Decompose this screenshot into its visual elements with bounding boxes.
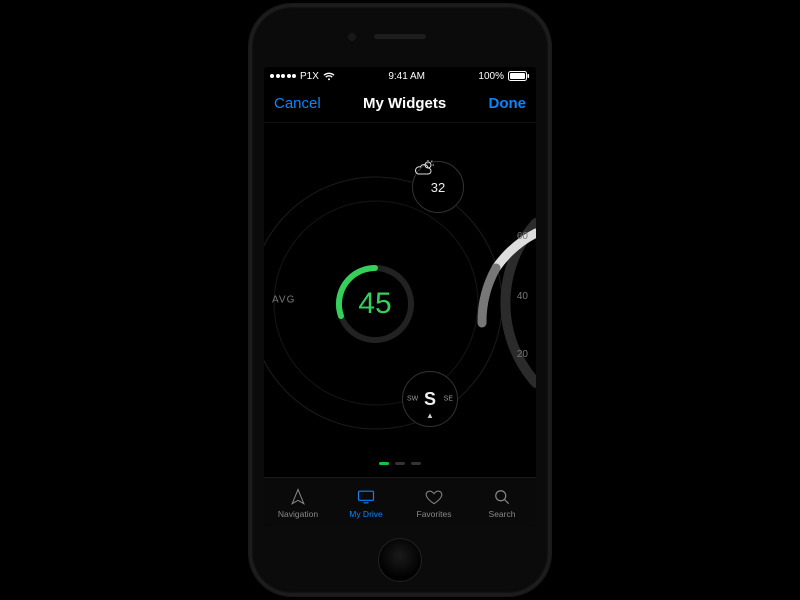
tab-label: Search	[489, 509, 516, 519]
tab-bar: Navigation My Drive Favorites Search	[264, 477, 536, 527]
compass-arrow-icon: ▲	[426, 411, 434, 420]
status-bar: P1X 9:41 AM 100%	[264, 67, 536, 85]
done-button[interactable]: Done	[489, 95, 527, 112]
tab-search[interactable]: Search	[468, 478, 536, 527]
search-icon	[492, 487, 512, 507]
page-dot-2[interactable]	[395, 462, 405, 465]
page-dot-1[interactable]	[379, 462, 389, 465]
earpiece	[374, 34, 426, 39]
wifi-icon	[323, 72, 335, 81]
heart-icon	[424, 487, 444, 507]
tab-navigation[interactable]: Navigation	[264, 478, 332, 527]
home-button[interactable]	[378, 538, 422, 582]
navigation-icon	[288, 487, 308, 507]
front-camera	[348, 33, 356, 41]
page-dot-3[interactable]	[411, 462, 421, 465]
speed-widget[interactable]: 45	[332, 261, 418, 347]
tab-my-drive[interactable]: My Drive	[332, 478, 400, 527]
status-time: 9:41 AM	[388, 71, 425, 82]
tab-label: Navigation	[278, 509, 318, 519]
display-icon	[356, 487, 376, 507]
weather-temp: 32	[431, 180, 445, 195]
partly-cloudy-icon	[413, 160, 435, 176]
cancel-button[interactable]: Cancel	[274, 95, 321, 112]
compass-sw-label: SW	[407, 396, 418, 403]
compass-cardinal: S	[424, 389, 436, 410]
nav-bar: Cancel My Widgets Done	[264, 85, 536, 123]
compass-se-label: SE	[444, 396, 453, 403]
screen: P1X 9:41 AM 100% Cancel My Widgets Done	[264, 67, 536, 527]
battery-pct: 100%	[478, 71, 504, 82]
page-indicator[interactable]	[379, 462, 421, 465]
tab-favorites[interactable]: Favorites	[400, 478, 468, 527]
page-title: My Widgets	[363, 95, 446, 112]
avg-label: AVG	[272, 295, 295, 306]
tab-label: My Drive	[349, 509, 383, 519]
battery-icon	[508, 71, 530, 81]
tab-label: Favorites	[417, 509, 452, 519]
gauge-tick-60: 60	[517, 231, 528, 242]
widgets-canvas[interactable]: AVG 45 32	[264, 123, 536, 477]
carrier-label: P1X	[300, 71, 319, 82]
weather-widget[interactable]: 32	[412, 161, 464, 213]
gauge-tick-20: 20	[517, 349, 528, 360]
compass-widget[interactable]: SW S SE ▲	[402, 371, 458, 427]
signal-dots-icon	[270, 74, 296, 78]
gauge-tick-40: 40	[517, 291, 528, 302]
phone-frame: P1X 9:41 AM 100% Cancel My Widgets Done	[250, 5, 550, 595]
speed-ring	[332, 261, 418, 347]
